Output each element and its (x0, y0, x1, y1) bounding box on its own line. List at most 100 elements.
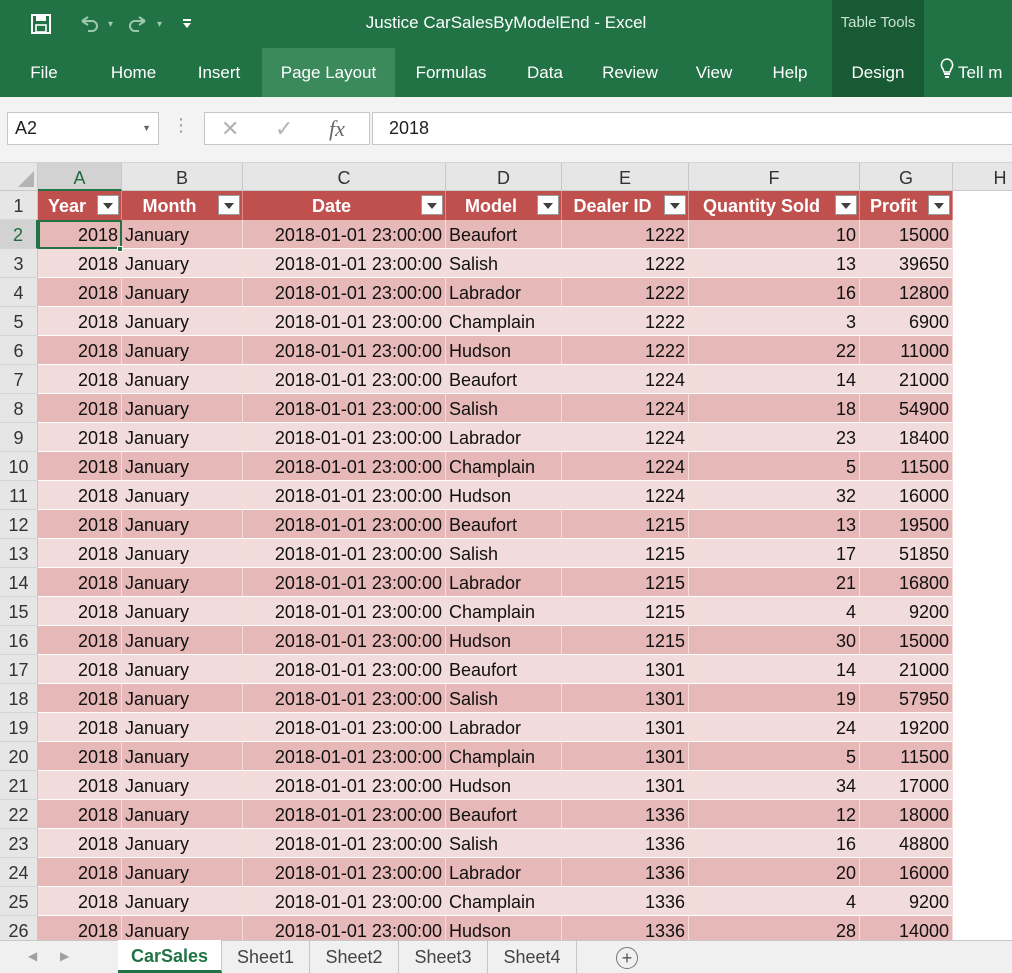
cell-model[interactable]: Champlain (446, 887, 562, 916)
cell-model[interactable]: Hudson (446, 626, 562, 655)
cell-dealer-id[interactable]: 1224 (562, 423, 689, 452)
cell-model[interactable]: Beaufort (446, 220, 562, 249)
cell-date[interactable]: 2018-01-01 23:00:00 (243, 481, 446, 510)
cell-dealer-id[interactable]: 1222 (562, 249, 689, 278)
cell-year[interactable]: 2018 (38, 336, 122, 365)
cell-year[interactable]: 2018 (38, 655, 122, 684)
cell-date[interactable]: 2018-01-01 23:00:00 (243, 278, 446, 307)
cell-quantity-sold[interactable]: 13 (689, 249, 860, 278)
cell-dealer-id[interactable]: 1215 (562, 568, 689, 597)
cell-date[interactable]: 2018-01-01 23:00:00 (243, 249, 446, 278)
row-header[interactable]: 8 (0, 394, 38, 423)
cell-dealer-id[interactable]: 1301 (562, 684, 689, 713)
tell-me-box[interactable]: Tell m (934, 48, 1012, 97)
cell-quantity-sold[interactable]: 16 (689, 829, 860, 858)
cell-profit[interactable]: 9200 (860, 887, 953, 916)
row-header[interactable]: 5 (0, 307, 38, 336)
cell-model[interactable]: Champlain (446, 742, 562, 771)
cell-quantity-sold[interactable]: 16 (689, 278, 860, 307)
cell-dealer-id[interactable]: 1224 (562, 394, 689, 423)
cell-quantity-sold[interactable]: 19 (689, 684, 860, 713)
cell-dealer-id[interactable]: 1224 (562, 365, 689, 394)
cell-year[interactable]: 2018 (38, 307, 122, 336)
cell-date[interactable]: 2018-01-01 23:00:00 (243, 916, 446, 940)
row-header[interactable]: 26 (0, 916, 38, 940)
name-box[interactable]: A2 ▼ (7, 112, 159, 145)
row-header[interactable]: 18 (0, 684, 38, 713)
row-header[interactable]: 24 (0, 858, 38, 887)
cell-dealer-id[interactable]: 1301 (562, 655, 689, 684)
row-header[interactable]: 3 (0, 249, 38, 278)
cell-dealer-id[interactable]: 1301 (562, 742, 689, 771)
cell-model[interactable]: Salish (446, 539, 562, 568)
row-header[interactable]: 14 (0, 568, 38, 597)
cell-model[interactable]: Beaufort (446, 655, 562, 684)
tab-file[interactable]: File (16, 48, 72, 97)
cell-dealer-id[interactable]: 1336 (562, 858, 689, 887)
cell-month[interactable]: January (122, 394, 243, 423)
cell-month[interactable]: January (122, 771, 243, 800)
sheet-tab-sheet4[interactable]: Sheet4 (488, 941, 577, 973)
cell-dealer-id[interactable]: 1222 (562, 336, 689, 365)
tab-home[interactable]: Home (96, 48, 171, 97)
cell-model[interactable]: Hudson (446, 336, 562, 365)
cell-year[interactable]: 2018 (38, 626, 122, 655)
cell-year[interactable]: 2018 (38, 829, 122, 858)
cell-model[interactable]: Labrador (446, 713, 562, 742)
cell-date[interactable]: 2018-01-01 23:00:00 (243, 626, 446, 655)
row-header[interactable]: 6 (0, 336, 38, 365)
cell-date[interactable]: 2018-01-01 23:00:00 (243, 307, 446, 336)
row-header[interactable]: 7 (0, 365, 38, 394)
cell-profit[interactable]: 11500 (860, 742, 953, 771)
filter-dropdown-icon[interactable] (218, 195, 240, 215)
cell-date[interactable]: 2018-01-01 23:00:00 (243, 655, 446, 684)
cell-month[interactable]: January (122, 220, 243, 249)
row-header[interactable]: 4 (0, 278, 38, 307)
cell-quantity-sold[interactable]: 14 (689, 655, 860, 684)
cell-profit[interactable]: 19500 (860, 510, 953, 539)
cell-quantity-sold[interactable]: 3 (689, 307, 860, 336)
worksheet-grid[interactable]: A B C D E F G H 1 2 3 4 5 6 7 8 9 10 11 12 13 14 15 16 1… (0, 163, 1012, 940)
cell-date[interactable]: 2018-01-01 23:00:00 (243, 887, 446, 916)
tab-view[interactable]: View (684, 48, 744, 97)
cell-quantity-sold[interactable]: 21 (689, 568, 860, 597)
tab-review[interactable]: Review (592, 48, 668, 97)
sheet-tab-sheet2[interactable]: Sheet2 (310, 941, 399, 973)
table-header-date[interactable]: Date (243, 191, 446, 220)
cell-dealer-id[interactable]: 1222 (562, 307, 689, 336)
enter-icon[interactable]: ✓ (275, 116, 293, 142)
cell-profit[interactable]: 19200 (860, 713, 953, 742)
cell-year[interactable]: 2018 (38, 916, 122, 940)
filter-dropdown-icon[interactable] (928, 195, 950, 215)
cell-month[interactable]: January (122, 887, 243, 916)
scroll-tabs-right-icon[interactable]: ▶ (60, 949, 69, 963)
add-sheet-icon[interactable]: + (616, 947, 638, 969)
cell-date[interactable]: 2018-01-01 23:00:00 (243, 365, 446, 394)
cell-quantity-sold[interactable]: 18 (689, 394, 860, 423)
tab-design[interactable]: Design (832, 48, 924, 97)
cell-quantity-sold[interactable]: 24 (689, 713, 860, 742)
cell-date[interactable]: 2018-01-01 23:00:00 (243, 742, 446, 771)
cell-model[interactable]: Salish (446, 829, 562, 858)
cell-model[interactable]: Labrador (446, 858, 562, 887)
cell-profit[interactable]: 21000 (860, 365, 953, 394)
cell-profit[interactable]: 57950 (860, 684, 953, 713)
cell-date[interactable]: 2018-01-01 23:00:00 (243, 336, 446, 365)
cell-quantity-sold[interactable]: 30 (689, 626, 860, 655)
cell-profit[interactable]: 11000 (860, 336, 953, 365)
cell-year[interactable]: 2018 (38, 452, 122, 481)
row-header[interactable]: 25 (0, 887, 38, 916)
cell-date[interactable]: 2018-01-01 23:00:00 (243, 510, 446, 539)
column-header-h[interactable]: H (953, 163, 1012, 191)
column-header-a[interactable]: A (38, 163, 122, 191)
cell-profit[interactable]: 12800 (860, 278, 953, 307)
formula-bar-grip-icon[interactable]: ⋮ (172, 115, 190, 136)
cell-dealer-id[interactable]: 1222 (562, 278, 689, 307)
filter-dropdown-icon[interactable] (97, 195, 119, 215)
cell-date[interactable]: 2018-01-01 23:00:00 (243, 713, 446, 742)
cell-quantity-sold[interactable]: 4 (689, 597, 860, 626)
cell-profit[interactable]: 18000 (860, 800, 953, 829)
table-header-quantity-sold[interactable]: Quantity Sold (689, 191, 860, 220)
cell-model[interactable]: Beaufort (446, 800, 562, 829)
cell-date[interactable]: 2018-01-01 23:00:00 (243, 394, 446, 423)
